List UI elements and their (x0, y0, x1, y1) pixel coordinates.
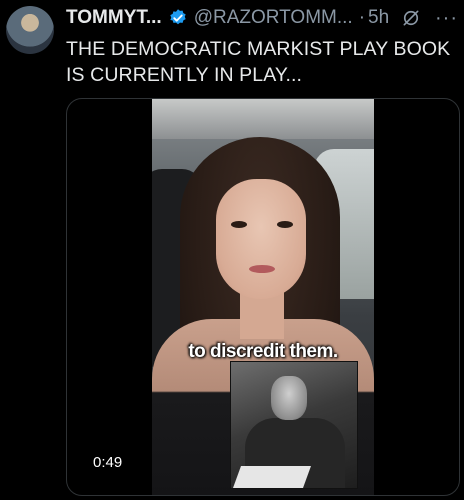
inset-book (232, 466, 312, 488)
video-inset-clip (230, 361, 358, 489)
timestamp[interactable]: 5h (368, 7, 389, 29)
grok-icon[interactable] (401, 8, 421, 28)
handle[interactable]: @RAZORTOMM... (194, 7, 353, 29)
video-person-face (216, 179, 306, 299)
avatar[interactable] (6, 6, 54, 54)
tweet-header: TOMMYT... @RAZORTOMM... · 5h ··· (66, 6, 458, 30)
verified-badge-icon (168, 8, 188, 28)
tweet-text: THE DEMOCRATIC MARKIST PLAY BOOK IS CURR… (66, 38, 451, 86)
more-options-icon[interactable]: ··· (435, 7, 458, 30)
video-duration: 0:49 (85, 451, 131, 474)
video-background (152, 99, 374, 139)
display-name[interactable]: TOMMYT... (66, 7, 162, 29)
video-person-lips (249, 265, 275, 273)
video-player[interactable]: to discredit them. 0:49 (66, 98, 460, 496)
video-person-eye (231, 221, 247, 228)
inset-person-head (271, 376, 307, 420)
video-person-eye (277, 221, 293, 228)
separator-dot: · (358, 7, 366, 28)
video-caption: to discredit them. (188, 341, 338, 362)
video-frame[interactable]: to discredit them. (152, 99, 374, 495)
